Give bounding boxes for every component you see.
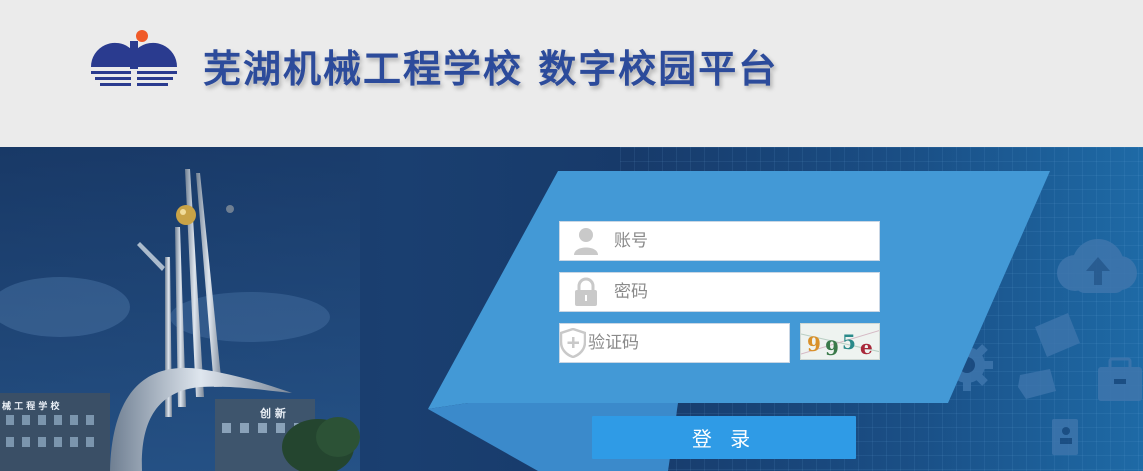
school-logo-icon <box>90 30 178 86</box>
campus-sign-left: 械 工 程 学 校 <box>2 400 61 412</box>
password-input[interactable] <box>612 273 879 311</box>
page-header: 芜湖机械工程学校 数字校园平台 <box>0 0 1143 147</box>
captcha-image[interactable]: 9 9 5 e <box>800 323 880 360</box>
password-field[interactable] <box>559 272 880 312</box>
user-icon <box>560 222 612 260</box>
captcha-field[interactable] <box>559 323 807 363</box>
captcha-char: 9 <box>807 332 821 356</box>
captcha-char: e <box>860 335 873 359</box>
shield-plus-icon <box>560 324 586 362</box>
campus-sign-right: 创 新 <box>259 406 286 420</box>
captcha-char: 5 <box>842 330 856 354</box>
briefcase-icon <box>1098 357 1142 401</box>
campus-sculpture-image: 械 工 程 学 校 创 新 <box>0 147 360 471</box>
cloud-upload-icon <box>1057 239 1137 293</box>
captcha-char: 9 <box>825 336 839 360</box>
site-title: 芜湖机械工程学校 数字校园平台 <box>203 47 779 91</box>
username-input[interactable] <box>612 222 879 260</box>
captcha-input[interactable] <box>586 324 807 362</box>
login-form: 9 9 5 e 登 录 <box>428 171 1058 471</box>
login-button[interactable]: 登 录 <box>592 416 856 459</box>
lock-icon <box>560 273 612 311</box>
username-field[interactable] <box>559 221 880 261</box>
login-banner: 械 工 程 学 校 创 新 账号 验证码 9 9 5 e 登 录 <box>0 147 1143 471</box>
